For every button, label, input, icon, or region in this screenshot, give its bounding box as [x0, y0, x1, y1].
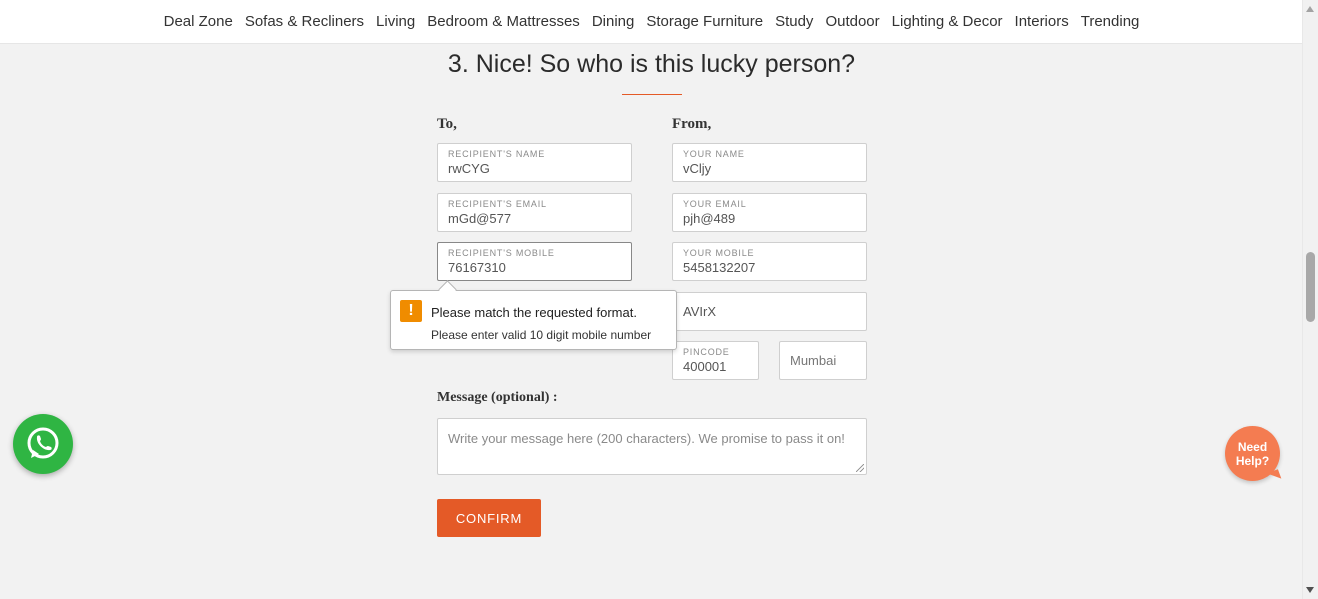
- tooltip-arrow: [438, 280, 457, 299]
- your-email-value: pjh@489: [683, 211, 736, 226]
- your-name-field[interactable]: YOUR NAME vCljy: [672, 143, 867, 182]
- message-textarea[interactable]: Write your message here (200 characters)…: [437, 418, 867, 475]
- recipient-email-field[interactable]: RECIPIENT'S EMAIL mGd@577: [437, 193, 632, 232]
- page-title: 3. Nice! So who is this lucky person?: [447, 50, 856, 78]
- nav-item-sofas-recliners[interactable]: Sofas & Recliners: [245, 13, 364, 30]
- nav-item-dining[interactable]: Dining: [592, 13, 635, 30]
- city-value: Mumbai: [790, 353, 837, 368]
- your-name-value: vCljy: [683, 161, 712, 176]
- your-email-field[interactable]: YOUR EMAIL pjh@489: [672, 193, 867, 232]
- pincode-field[interactable]: PINCODE 400001: [672, 341, 759, 380]
- confirm-button[interactable]: CONFIRM: [437, 499, 541, 537]
- recipient-email-label: RECIPIENT'S EMAIL: [448, 199, 547, 209]
- nav-item-lighting-decor[interactable]: Lighting & Decor: [892, 13, 1003, 30]
- recipient-mobile-value: 76167310: [448, 260, 506, 275]
- scroll-down-arrow-icon[interactable]: [1306, 587, 1314, 593]
- recipient-name-value: rwCYG: [448, 161, 490, 176]
- need-help-button[interactable]: Need Help?: [1225, 426, 1282, 483]
- your-mobile-value: 5458132207: [683, 260, 756, 275]
- tooltip-message: Please enter valid 10 digit mobile numbe…: [431, 328, 652, 342]
- whatsapp-button[interactable]: [13, 414, 73, 474]
- recipient-mobile-field[interactable]: RECIPIENT'S MOBILE 76167310: [437, 242, 632, 281]
- nav-item-storage-furniture[interactable]: Storage Furniture: [646, 13, 763, 30]
- whatsapp-icon: [27, 427, 59, 459]
- pincode-label: PINCODE: [683, 347, 730, 357]
- from-label: From,: [672, 116, 712, 132]
- page-scrollbar[interactable]: [1302, 0, 1318, 599]
- nav-item-study[interactable]: Study: [775, 13, 813, 30]
- title-underline: [622, 94, 682, 95]
- address-value: AVIrX: [683, 304, 716, 319]
- validation-tooltip: ! Please match the requested format. Ple…: [390, 280, 677, 350]
- message-placeholder: Write your message here (200 characters)…: [448, 431, 845, 446]
- your-name-label: YOUR NAME: [683, 149, 745, 159]
- nav-item-interiors[interactable]: Interiors: [1015, 13, 1069, 30]
- message-label: Message (optional) :: [437, 390, 558, 405]
- recipient-name-label: RECIPIENT'S NAME: [448, 149, 546, 159]
- nav-item-outdoor[interactable]: Outdoor: [825, 13, 879, 30]
- need-help-label: Need Help?: [1235, 439, 1270, 468]
- nav-item-bedroom-mattresses[interactable]: Bedroom & Mattresses: [427, 13, 580, 30]
- your-email-label: YOUR EMAIL: [683, 199, 747, 209]
- nav-item-deal-zone[interactable]: Deal Zone: [164, 13, 233, 30]
- nav-item-living[interactable]: Living: [376, 13, 415, 30]
- city-field[interactable]: Mumbai: [779, 341, 867, 380]
- pincode-value: 400001: [683, 359, 727, 374]
- nav-item-trending[interactable]: Trending: [1081, 13, 1140, 30]
- to-label: To,: [437, 116, 457, 132]
- your-mobile-field[interactable]: YOUR MOBILE 5458132207: [672, 242, 867, 281]
- your-mobile-label: YOUR MOBILE: [683, 248, 755, 258]
- top-nav: Deal Zone Sofas & Recliners Living Bedro…: [0, 0, 1303, 44]
- recipient-mobile-label: RECIPIENT'S MOBILE: [448, 248, 555, 258]
- tooltip-title: Please match the requested format.: [431, 305, 637, 320]
- scroll-up-arrow-icon[interactable]: [1306, 6, 1314, 12]
- warning-icon: !: [400, 300, 422, 322]
- recipient-name-field[interactable]: RECIPIENT'S NAME rwCYG: [437, 143, 632, 182]
- address-field[interactable]: AVIrX: [672, 292, 867, 331]
- resize-grip-icon[interactable]: [856, 464, 864, 472]
- bubble-tail: [1266, 469, 1282, 483]
- recipient-email-value: mGd@577: [448, 211, 512, 226]
- scrollbar-thumb[interactable]: [1306, 252, 1315, 322]
